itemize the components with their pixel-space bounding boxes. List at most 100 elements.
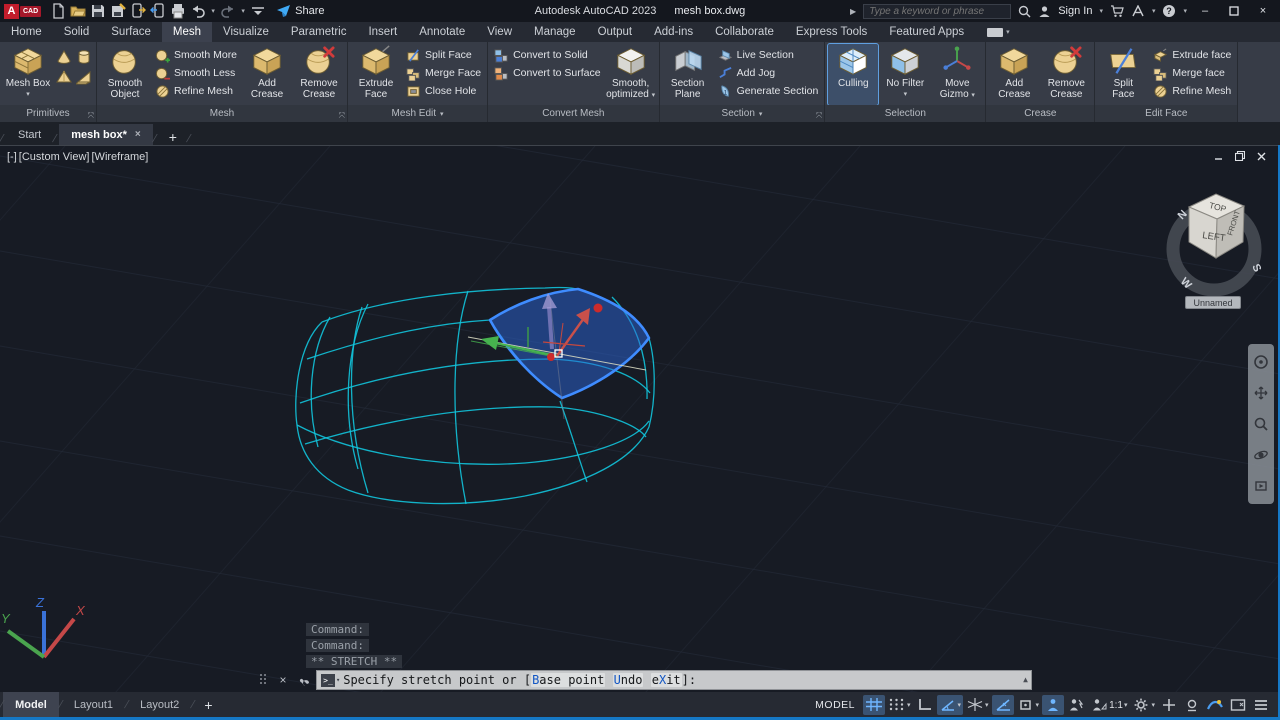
panel-label-convert-mesh[interactable]: Convert Mesh (488, 105, 659, 122)
ribbon-display-toggle[interactable]: ▾ (979, 22, 1018, 42)
sign-in-button[interactable]: Sign In (1058, 5, 1092, 17)
ribbon-tab-featured-apps[interactable]: Featured Apps (878, 22, 975, 42)
open-from-mobile-button[interactable] (129, 2, 147, 20)
add-crease-button[interactable]: AddCrease (989, 44, 1039, 105)
workspace-switching-caret-icon[interactable]: ▾ (1151, 701, 1155, 709)
share-button[interactable]: Share (277, 5, 324, 17)
app-store-cart-icon[interactable] (1110, 5, 1124, 18)
no-filter-button[interactable]: No Filter▾ (880, 44, 930, 105)
mesh-primitive-cone-button[interactable] (55, 48, 73, 66)
extrude-face-button[interactable]: ExtrudeFace (351, 44, 401, 105)
smooth-less-button[interactable]: Smooth Less (152, 65, 240, 81)
ribbon-tab-solid[interactable]: Solid (53, 22, 101, 42)
infocenter-collapse-icon[interactable]: ▶ (850, 7, 856, 16)
command-line-close-icon[interactable]: × (276, 672, 290, 688)
sign-in-caret-icon[interactable]: ▾ (1099, 7, 1103, 15)
generate-section-button[interactable]: 1Generate Section (715, 83, 822, 99)
move-gizmo-button[interactable]: MoveGizmo ▾ (932, 44, 982, 105)
new-file-button[interactable] (49, 2, 67, 20)
isolate-objects-toggle[interactable] (1181, 695, 1203, 715)
merge-face-button[interactable]: Merge face (1150, 65, 1234, 81)
annotation-scale-toggle[interactable]: 1:1▾ (1088, 695, 1129, 715)
extrude-face-button[interactable]: Extrude face (1150, 47, 1234, 63)
polar-tracking-toggle[interactable]: ▾ (937, 695, 964, 715)
command-history-toggle-icon[interactable]: ▲ (1023, 675, 1028, 684)
layout-tab-layout1[interactable]: Layout1 (62, 692, 125, 718)
convert-to-surface-button[interactable]: Convert to Surface (491, 65, 604, 81)
ribbon-tab-parametric[interactable]: Parametric (280, 22, 358, 42)
mesh-primitive-cylinder-button[interactable] (75, 48, 93, 66)
file-tab-mesh-box[interactable]: mesh box*× (59, 124, 152, 145)
application-menu-button[interactable]: A CAD (0, 0, 45, 22)
ribbon-tab-visualize[interactable]: Visualize (212, 22, 280, 42)
ribbon-tab-collaborate[interactable]: Collaborate (704, 22, 785, 42)
smooth-optimized-button[interactable]: Smooth,optimized ▾ (606, 44, 656, 105)
model-space-label[interactable]: MODEL (815, 699, 855, 711)
remove-crease-button[interactable]: RemoveCrease (1041, 44, 1091, 105)
graphics-performance-toggle[interactable] (1204, 695, 1226, 715)
command-prompt-text[interactable]: Specify stretch point or [Base point Und… (343, 673, 696, 687)
panel-label-section[interactable]: Section▾⤧ (660, 105, 825, 122)
refine-mesh-button[interactable]: Refine Mesh (152, 83, 240, 99)
viewcube-cube[interactable]: TOP LEFT FRONT (1189, 194, 1244, 258)
layout-tab-model[interactable]: Model (3, 692, 59, 718)
split-face-button[interactable]: Split Face (403, 47, 484, 63)
selected-mesh-face[interactable] (490, 289, 649, 398)
section-plane-button[interactable]: SectionPlane (663, 44, 713, 105)
minimize-button[interactable]: – (1194, 2, 1216, 20)
panel-popout-icon[interactable]: ⤧ (339, 111, 345, 121)
object-snap-caret-icon[interactable]: ▾ (1036, 701, 1040, 709)
clean-screen-toggle[interactable] (1227, 695, 1249, 715)
panel-label-edit-face[interactable]: Edit Face (1095, 105, 1237, 122)
undo-button[interactable] (189, 2, 207, 20)
panel-label-crease[interactable]: Crease (986, 105, 1094, 122)
open-file-button[interactable] (69, 2, 87, 20)
panel-popout-icon[interactable]: ⤧ (816, 111, 822, 121)
smooth-object-button[interactable]: SmoothObject (100, 44, 150, 105)
ribbon-tab-mesh[interactable]: Mesh (162, 22, 212, 42)
save-to-mobile-button[interactable] (149, 2, 167, 20)
help-caret-icon[interactable]: ▾ (1183, 7, 1187, 15)
panel-popout-icon[interactable]: ⤧ (88, 111, 94, 121)
command-line-drag-handle[interactable] (256, 672, 270, 688)
grid-display-toggle[interactable] (863, 695, 885, 715)
new-drawing-tab-button[interactable]: + (159, 129, 187, 145)
close-hole-button[interactable]: Close Hole (403, 83, 484, 99)
redo-dropdown-icon[interactable]: ▾ (239, 7, 247, 15)
base-grip[interactable] (547, 353, 555, 361)
viewport-minimize-icon[interactable] (1214, 152, 1223, 161)
mesh-wireframe-scene[interactable]: Z X Y (0, 146, 1280, 692)
smooth-more-button[interactable]: Smooth More (152, 47, 240, 63)
annotation-scale-caret-icon[interactable]: ▾ (1124, 701, 1128, 709)
ribbon-tab-add-ins[interactable]: Add-ins (643, 22, 704, 42)
drawing-viewport[interactable]: Z X Y [-][Custom View][Wireframe] N W S … (0, 145, 1280, 692)
ortho-mode-toggle[interactable] (914, 695, 936, 715)
viewport-minimize-control[interactable]: [-] (7, 151, 17, 163)
ribbon-tab-annotate[interactable]: Annotate (408, 22, 476, 42)
ribbon-tab-surface[interactable]: Surface (100, 22, 162, 42)
remove-crease-button[interactable]: RemoveCrease (294, 44, 344, 105)
panel-label-selection[interactable]: Selection (825, 105, 985, 122)
search-input[interactable] (863, 4, 1011, 19)
undo-dropdown-icon[interactable]: ▾ (209, 7, 217, 15)
command-keyword-undo[interactable]: Undo (613, 673, 644, 687)
merge-face-button[interactable]: Merge Face (403, 65, 484, 81)
autodesk-app-icon[interactable] (1131, 5, 1145, 17)
app-caret-icon[interactable]: ▾ (1152, 7, 1156, 15)
culling-button[interactable]: Culling (828, 44, 878, 105)
ribbon-tab-manage[interactable]: Manage (523, 22, 587, 42)
command-keyword-base-point[interactable]: Base point (531, 673, 605, 687)
command-line-customize-wrench-icon[interactable] (296, 672, 310, 688)
panel-label-mesh-edit[interactable]: Mesh Edit▾ (348, 105, 487, 122)
live-section-button[interactable]: Live Section (715, 47, 822, 63)
view-cube[interactable]: N W S TOP LEFT FRONT (1156, 176, 1274, 306)
annotation-visibility-toggle[interactable] (1042, 695, 1064, 715)
ribbon-tab-home[interactable]: Home (0, 22, 53, 42)
mesh-box-button[interactable]: Mesh Box▾ (3, 44, 53, 105)
object-snap-tracking-toggle[interactable] (992, 695, 1014, 715)
named-view-button[interactable]: Unnamed (1185, 296, 1241, 309)
file-tab-start[interactable]: Start (6, 124, 53, 145)
search-icon[interactable] (1018, 5, 1031, 18)
viewport-restore-icon[interactable] (1235, 151, 1245, 161)
save-button[interactable] (89, 2, 107, 20)
